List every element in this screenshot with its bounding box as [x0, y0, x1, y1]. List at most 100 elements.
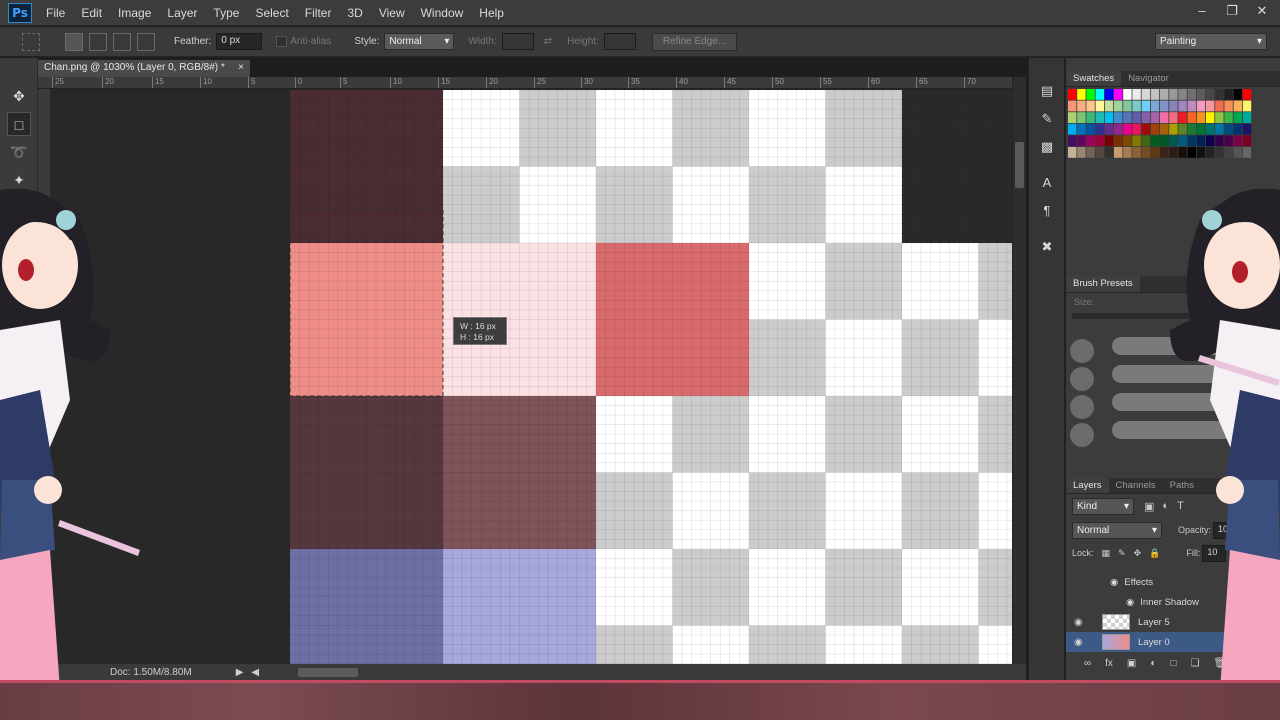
- width-input[interactable]: [501, 33, 534, 50]
- color-swatch[interactable]: [1104, 89, 1114, 100]
- color-swatch[interactable]: [1196, 89, 1206, 100]
- color-swatch[interactable]: [1169, 89, 1178, 100]
- menu-file[interactable]: File: [38, 6, 73, 20]
- subtract-selection-icon[interactable]: [113, 32, 131, 51]
- color-swatch[interactable]: [1206, 112, 1215, 123]
- tab-channels[interactable]: Channels: [1109, 478, 1163, 493]
- tool-presets-icon[interactable]: ✖: [1035, 236, 1059, 258]
- color-swatch[interactable]: [1141, 112, 1150, 123]
- color-swatch[interactable]: [1077, 100, 1086, 112]
- color-swatch[interactable]: [1160, 147, 1169, 158]
- image-filter-icon[interactable]: ▣: [1144, 500, 1154, 513]
- color-swatch[interactable]: [1196, 135, 1206, 147]
- character-panel-icon[interactable]: A: [1035, 172, 1059, 194]
- document-tab[interactable]: Chan.png @ 1030% (Layer 0, RGB/8#) * ×: [38, 60, 250, 77]
- tab-navigator[interactable]: Navigator: [1121, 71, 1176, 86]
- color-swatch[interactable]: [1196, 123, 1206, 135]
- add-mask-icon[interactable]: ▣: [1127, 658, 1136, 669]
- color-swatch[interactable]: [1077, 89, 1086, 100]
- eye-icon[interactable]: ◉: [1074, 637, 1088, 648]
- eye-icon[interactable]: ◉: [1110, 577, 1118, 588]
- color-swatch[interactable]: [1104, 135, 1114, 147]
- color-swatch[interactable]: [1224, 135, 1233, 147]
- color-swatch[interactable]: [1196, 100, 1206, 112]
- brush-tip-icon[interactable]: [1070, 367, 1094, 391]
- menu-3d[interactable]: 3D: [339, 6, 370, 20]
- color-swatch[interactable]: [1141, 100, 1150, 112]
- color-swatch[interactable]: [1077, 135, 1086, 147]
- color-swatch[interactable]: [1215, 147, 1224, 158]
- color-swatch[interactable]: [1206, 100, 1215, 112]
- color-swatch[interactable]: [1160, 135, 1169, 147]
- color-swatch[interactable]: [1178, 135, 1187, 147]
- color-swatch[interactable]: [1169, 112, 1178, 123]
- color-swatch[interactable]: [1178, 100, 1187, 112]
- brush-tip-icon[interactable]: [1070, 395, 1094, 419]
- color-swatch[interactable]: [1187, 89, 1196, 100]
- color-swatch[interactable]: [1178, 112, 1187, 123]
- color-swatch[interactable]: [1187, 112, 1196, 123]
- close-icon[interactable]: ✕: [1252, 2, 1272, 20]
- color-swatch[interactable]: [1224, 112, 1233, 123]
- brush-tip-icon[interactable]: [1070, 423, 1094, 447]
- canvas-workspace[interactable]: W : 16 px H : 16 px: [50, 89, 1012, 664]
- color-swatch[interactable]: [1169, 147, 1178, 158]
- play-icon[interactable]: ▶: [236, 667, 244, 678]
- color-swatch[interactable]: [1187, 147, 1196, 158]
- color-swatch[interactable]: [1215, 89, 1224, 100]
- scroll-thumb[interactable]: [1015, 142, 1024, 188]
- color-swatch[interactable]: [1215, 135, 1224, 147]
- color-swatch[interactable]: [1077, 112, 1086, 123]
- color-swatch[interactable]: [1068, 100, 1077, 112]
- color-swatch[interactable]: [1160, 89, 1169, 100]
- color-swatch[interactable]: [1215, 112, 1224, 123]
- color-swatch[interactable]: [1178, 89, 1187, 100]
- color-swatch[interactable]: [1086, 135, 1095, 147]
- clone-source-icon[interactable]: ▩: [1035, 136, 1059, 158]
- color-swatch[interactable]: [1141, 123, 1150, 135]
- adjustment-filter-icon[interactable]: ◐: [1162, 500, 1169, 512]
- color-swatch[interactable]: [1086, 100, 1095, 112]
- color-swatch[interactable]: [1233, 123, 1242, 135]
- blend-mode-select[interactable]: Normal ▾: [1072, 521, 1162, 539]
- color-swatch[interactable]: [1187, 100, 1196, 112]
- color-swatch[interactable]: [1132, 135, 1141, 147]
- color-swatch[interactable]: [1086, 123, 1095, 135]
- color-swatch[interactable]: [1224, 147, 1233, 158]
- height-input[interactable]: [603, 33, 636, 50]
- color-swatch[interactable]: [1233, 100, 1242, 112]
- color-swatch[interactable]: [1114, 89, 1123, 100]
- color-swatch[interactable]: [1132, 100, 1141, 112]
- color-swatch[interactable]: [1224, 100, 1233, 112]
- marquee-preset-icon[interactable]: [22, 32, 40, 51]
- intersect-selection-icon[interactable]: [137, 32, 155, 51]
- history-icon[interactable]: ▤: [1035, 80, 1059, 102]
- color-swatch[interactable]: [1187, 135, 1196, 147]
- color-swatch[interactable]: [1077, 147, 1086, 158]
- brush-settings-icon[interactable]: ✎: [1035, 108, 1059, 130]
- color-swatch[interactable]: [1114, 135, 1123, 147]
- color-swatch[interactable]: [1068, 123, 1077, 135]
- color-swatch[interactable]: [1196, 147, 1206, 158]
- color-swatch[interactable]: [1132, 147, 1141, 158]
- menu-layer[interactable]: Layer: [159, 6, 205, 20]
- color-swatch[interactable]: [1206, 135, 1215, 147]
- color-swatch[interactable]: [1068, 89, 1077, 100]
- color-swatch[interactable]: [1123, 100, 1132, 112]
- color-swatch[interactable]: [1123, 135, 1132, 147]
- rectangular-marquee-tool-icon[interactable]: □: [7, 112, 31, 136]
- menu-view[interactable]: View: [371, 6, 413, 20]
- move-tool-icon[interactable]: ✥: [7, 84, 31, 108]
- restore-icon[interactable]: ❐: [1222, 2, 1242, 20]
- style-select[interactable]: Normal ▾: [384, 33, 455, 50]
- color-swatch[interactable]: [1150, 123, 1160, 135]
- color-swatch[interactable]: [1242, 89, 1252, 100]
- color-swatch[interactable]: [1104, 147, 1114, 158]
- menu-type[interactable]: Type: [205, 6, 247, 20]
- brush-tip-icon[interactable]: [1070, 339, 1094, 363]
- eye-icon[interactable]: ◉: [1074, 617, 1088, 628]
- color-swatch[interactable]: [1123, 147, 1132, 158]
- color-swatch[interactable]: [1206, 147, 1215, 158]
- lock-pixels-icon[interactable]: ▦: [1102, 548, 1111, 559]
- color-swatch[interactable]: [1178, 147, 1187, 158]
